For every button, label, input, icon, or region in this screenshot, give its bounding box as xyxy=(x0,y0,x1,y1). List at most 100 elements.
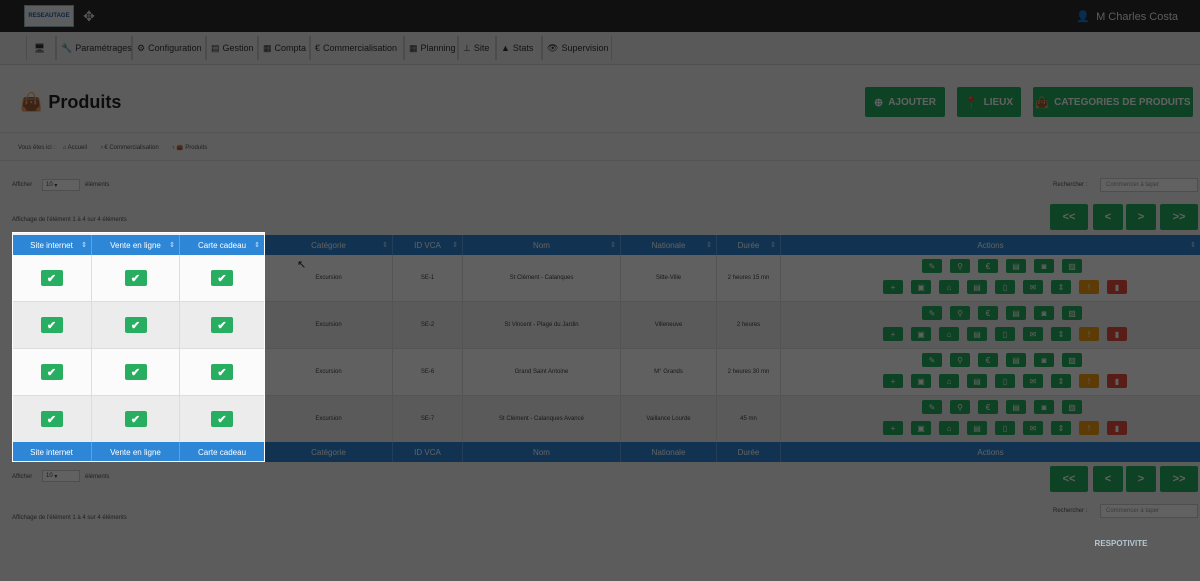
places-button[interactable]: 📍 LIEUX xyxy=(957,87,1021,117)
prev-page-button[interactable]: < xyxy=(1093,204,1123,230)
image-icon[interactable]: ▨ xyxy=(1062,353,1082,367)
check-icon[interactable]: ✔ xyxy=(40,411,63,427)
col-nationale[interactable]: Nationale ⇕ xyxy=(621,235,717,255)
camera-icon[interactable]: ◙ xyxy=(1034,306,1054,320)
euro-icon[interactable]: € xyxy=(978,353,998,367)
file-icon[interactable]: ▯ xyxy=(995,327,1015,341)
euro-icon[interactable]: € xyxy=(978,259,998,273)
lock-icon[interactable]: ▣ xyxy=(911,374,931,388)
nav-item-planning[interactable]: ▦ Planning xyxy=(404,36,458,60)
check-icon[interactable]: ✔ xyxy=(40,270,63,286)
map-marker-icon[interactable]: ⚲ xyxy=(950,259,970,273)
last-page-button[interactable]: >> xyxy=(1160,204,1198,230)
home-icon[interactable]: ⌂ xyxy=(939,421,959,435)
col-categorie[interactable]: Catégorie ⇕ xyxy=(265,235,393,255)
list-icon[interactable]: ▤ xyxy=(1006,259,1026,273)
trash-icon[interactable]: ▮ xyxy=(1107,421,1127,435)
up-down-icon[interactable]: ⇕ xyxy=(1051,280,1071,294)
categories-button[interactable]: 👜 CATEGORIES DE PRODUITS xyxy=(1033,87,1193,117)
lock-icon[interactable]: ▣ xyxy=(911,421,931,435)
warning-icon[interactable]: ! xyxy=(1079,280,1099,294)
plus-icon[interactable]: + xyxy=(883,421,903,435)
nav-item-stats[interactable]: ▲ Stats xyxy=(496,36,542,60)
add-button[interactable]: ⊕ AJOUTER xyxy=(865,87,945,117)
check-icon[interactable]: ✔ xyxy=(124,270,147,286)
nav-item-dashboard[interactable]: 🖥 xyxy=(26,36,56,60)
check-icon[interactable]: ✔ xyxy=(40,317,63,333)
list-icon[interactable]: ▤ xyxy=(1006,400,1026,414)
check-icon[interactable]: ✔ xyxy=(124,411,147,427)
col-vente-en-ligne[interactable]: Vente en ligne ⇕ xyxy=(92,235,180,255)
breadcrumb-home[interactable]: ⌂ Accueil xyxy=(63,145,93,151)
edit-icon[interactable]: ✎ xyxy=(922,306,942,320)
warning-icon[interactable]: ! xyxy=(1079,421,1099,435)
nav-item-compta[interactable]: ▦ Compta xyxy=(258,36,310,60)
up-down-icon[interactable]: ⇕ xyxy=(1051,327,1071,341)
camera-icon[interactable]: ◙ xyxy=(1034,400,1054,414)
warning-icon[interactable]: ! xyxy=(1079,327,1099,341)
trash-icon[interactable]: ▮ xyxy=(1107,327,1127,341)
check-icon[interactable]: ✔ xyxy=(211,364,233,380)
camera-icon[interactable]: ◙ xyxy=(1034,259,1054,273)
col-carte-cadeau[interactable]: Carte cadeau ⇕ xyxy=(180,235,265,255)
plus-icon[interactable]: + xyxy=(883,280,903,294)
gift-icon[interactable]: ✉ xyxy=(1023,280,1043,294)
col-site-internet[interactable]: Site internet ⇕ xyxy=(12,235,92,255)
nav-item-gestion[interactable]: ▤ Gestion xyxy=(206,36,258,60)
home-icon[interactable]: ⌂ xyxy=(939,280,959,294)
page-length-select[interactable]: 10 ▾ xyxy=(42,179,80,191)
file-icon[interactable]: ▯ xyxy=(995,280,1015,294)
nav-item-configuration[interactable]: ⚙ Configuration xyxy=(132,36,206,60)
edit-icon[interactable]: ✎ xyxy=(922,259,942,273)
first-page-button-bottom[interactable]: << xyxy=(1050,466,1088,492)
col-duree[interactable]: Durée ⇕ xyxy=(717,235,781,255)
gift-icon[interactable]: ✉ xyxy=(1023,421,1043,435)
up-down-icon[interactable]: ⇕ xyxy=(1051,374,1071,388)
map-marker-icon[interactable]: ⚲ xyxy=(950,400,970,414)
warning-icon[interactable]: ! xyxy=(1079,374,1099,388)
home-icon[interactable]: ⌂ xyxy=(939,374,959,388)
search-input[interactable]: Commencer à taper xyxy=(1100,178,1198,192)
gift-icon[interactable]: ✉ xyxy=(1023,374,1043,388)
check-icon[interactable]: ✔ xyxy=(124,317,147,333)
plus-icon[interactable]: + xyxy=(883,327,903,341)
trash-icon[interactable]: ▮ xyxy=(1107,280,1127,294)
file-icon[interactable]: ▯ xyxy=(995,374,1015,388)
image-icon[interactable]: ▨ xyxy=(1062,400,1082,414)
nav-item-site[interactable]: ⊥ Site xyxy=(458,36,496,60)
edit-icon[interactable]: ✎ xyxy=(922,400,942,414)
list-icon[interactable]: ▤ xyxy=(967,280,987,294)
next-page-button[interactable]: > xyxy=(1126,204,1156,230)
gift-icon[interactable]: ✉ xyxy=(1023,327,1043,341)
col-nom[interactable]: Nom ⇕ xyxy=(463,235,621,255)
check-icon[interactable]: ✔ xyxy=(211,270,233,286)
file-icon[interactable]: ▯ xyxy=(995,421,1015,435)
app-logo[interactable]: RESEAUTAGE xyxy=(24,5,74,27)
euro-icon[interactable]: € xyxy=(978,400,998,414)
first-page-button[interactable]: << xyxy=(1050,204,1088,230)
expand-icon[interactable]: ✥ xyxy=(82,9,96,23)
check-icon[interactable]: ✔ xyxy=(211,317,233,333)
last-page-button-bottom[interactable]: >> xyxy=(1160,466,1198,492)
page-length-select-bottom[interactable]: 10 ▾ xyxy=(42,470,80,482)
up-down-icon[interactable]: ⇕ xyxy=(1051,421,1071,435)
user-menu[interactable]: 👤 M Charles Costa xyxy=(1076,10,1178,23)
home-icon[interactable]: ⌂ xyxy=(939,327,959,341)
nav-item-supervision[interactable]: 👁 Supervision xyxy=(542,36,612,60)
camera-icon[interactable]: ◙ xyxy=(1034,353,1054,367)
col-id-vca[interactable]: ID VCA ⇕ xyxy=(393,235,463,255)
list-icon[interactable]: ▤ xyxy=(1006,306,1026,320)
edit-icon[interactable]: ✎ xyxy=(922,353,942,367)
check-icon[interactable]: ✔ xyxy=(211,411,233,427)
map-marker-icon[interactable]: ⚲ xyxy=(950,306,970,320)
next-page-button-bottom[interactable]: > xyxy=(1126,466,1156,492)
lock-icon[interactable]: ▣ xyxy=(911,327,931,341)
check-icon[interactable]: ✔ xyxy=(40,364,63,380)
plus-icon[interactable]: + xyxy=(883,374,903,388)
lock-icon[interactable]: ▣ xyxy=(911,280,931,294)
map-marker-icon[interactable]: ⚲ xyxy=(950,353,970,367)
list-icon[interactable]: ▤ xyxy=(967,374,987,388)
list-icon[interactable]: ▤ xyxy=(967,421,987,435)
nav-item-commercialisation[interactable]: € Commercialisation xyxy=(310,36,404,60)
list-icon[interactable]: ▤ xyxy=(1006,353,1026,367)
